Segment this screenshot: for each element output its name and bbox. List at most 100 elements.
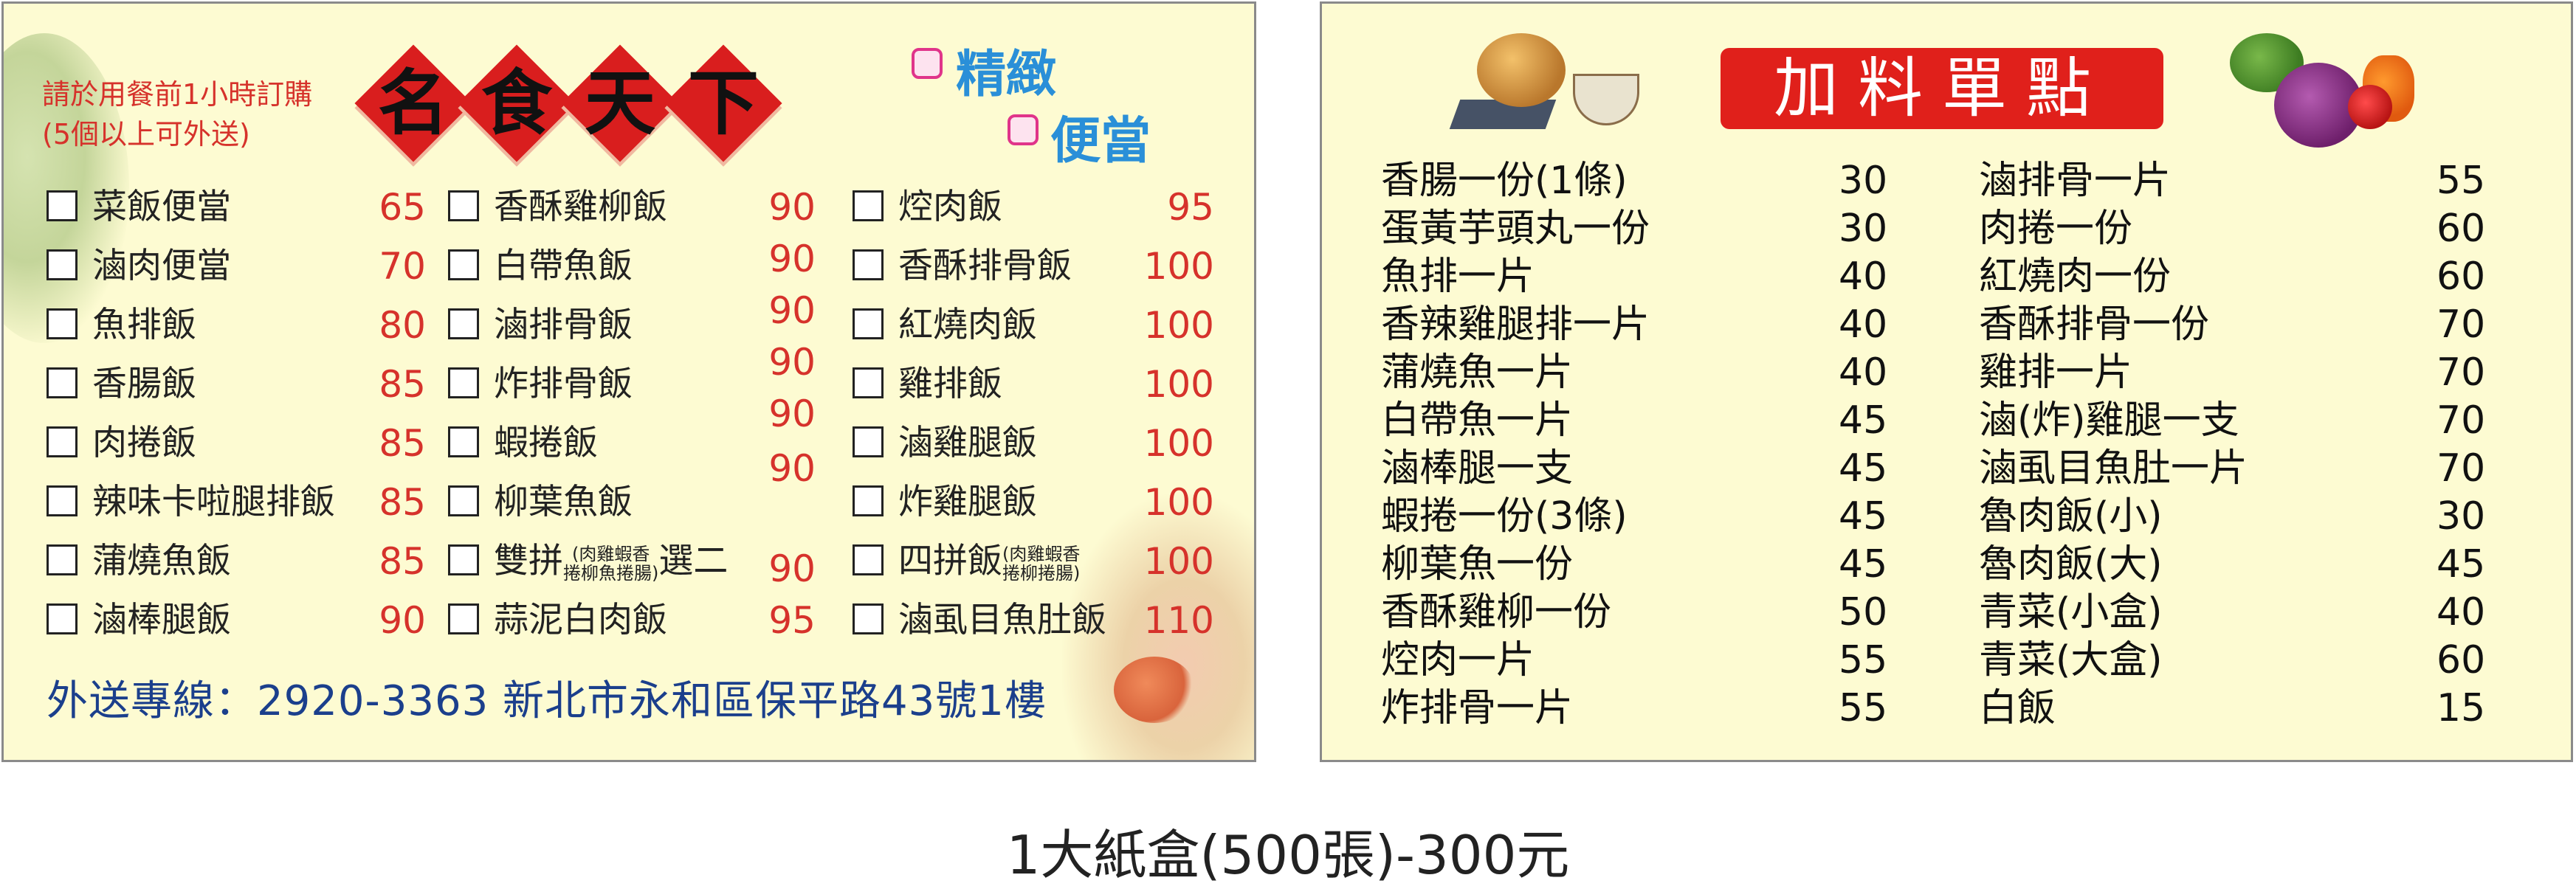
- order-checkbox[interactable]: [448, 544, 479, 575]
- addon-item-price: 55: [2436, 159, 2486, 203]
- order-checkbox[interactable]: [853, 249, 884, 280]
- menu-item-name: 白帶魚飯: [494, 246, 633, 286]
- addon-item-price: 30: [1839, 207, 1888, 251]
- menu-item-price: 85: [379, 422, 426, 465]
- menu-item-price: 100: [1143, 481, 1214, 524]
- addon-item-price: 70: [2436, 350, 2486, 395]
- order-checkbox[interactable]: [47, 426, 78, 457]
- thumbs-up-icon: [1008, 114, 1039, 145]
- menu-item-price: 110: [1143, 599, 1214, 642]
- addon-item-price: 55: [1839, 686, 1888, 730]
- order-checkbox[interactable]: [853, 603, 884, 634]
- addon-item: 蝦捲一份(3條) 45: [1381, 494, 1905, 539]
- addon-item-name: 香辣雞腿排一片: [1381, 302, 1650, 347]
- order-checkbox[interactable]: [47, 367, 78, 398]
- addon-item-price: 40: [1839, 255, 1888, 299]
- order-checkbox[interactable]: [47, 485, 78, 516]
- addon-item-name: 香酥雞柳一份: [1381, 590, 1612, 634]
- order-checkbox[interactable]: [47, 544, 78, 575]
- order-checkbox[interactable]: [448, 603, 479, 634]
- menu-item-name: 雞排飯: [898, 364, 1002, 404]
- addon-item-price: 45: [1839, 494, 1888, 539]
- menu-item-name: 紅燒肉飯: [898, 305, 1037, 345]
- addon-item-name: 滷(炸)雞腿一支: [1979, 398, 2239, 443]
- order-checkbox[interactable]: [448, 485, 479, 516]
- addon-item: 滷排骨一片 55: [1979, 159, 2503, 203]
- menu-item-price: 90: [768, 238, 816, 280]
- slogan-line: 精緻: [956, 46, 1057, 104]
- menu-item-price: 65: [379, 186, 426, 229]
- order-checkbox[interactable]: [47, 249, 78, 280]
- menu-item-name: 柳葉魚飯: [494, 482, 633, 522]
- addon-item: 魯肉飯(小) 30: [1979, 494, 2503, 539]
- menu-item-name: 辣味卡啦腿排飯: [92, 482, 335, 522]
- addon-item-price: 60: [2436, 638, 2486, 682]
- addon-item-name: 白飯: [1979, 686, 2056, 730]
- addon-item-price: 70: [2436, 446, 2486, 491]
- order-checkbox[interactable]: [853, 308, 884, 339]
- order-checkbox[interactable]: [47, 603, 78, 634]
- addon-item-name: 白帶魚一片: [1381, 398, 1574, 443]
- addon-item-price: 30: [2436, 494, 2486, 539]
- brand-diamond: 名: [354, 44, 472, 162]
- menu-item-price: 90: [768, 289, 816, 332]
- order-checkbox[interactable]: [448, 308, 479, 339]
- order-checkbox[interactable]: [47, 190, 78, 221]
- menu-item-name: 滷排骨飯: [494, 305, 633, 345]
- menu-item-name: 滷肉便當: [92, 246, 231, 286]
- menu-item-price: 100: [1143, 245, 1214, 288]
- addon-item-price: 40: [1839, 350, 1888, 395]
- order-checkbox[interactable]: [853, 485, 884, 516]
- addon-item: 滷(炸)雞腿一支 70: [1979, 398, 2503, 443]
- addon-item-name: 魚排一片: [1381, 255, 1535, 299]
- brand-char: 食: [481, 61, 552, 145]
- addon-item: 滷虱目魚肚一片 70: [1979, 446, 2503, 491]
- brand-diamond: 下: [664, 44, 782, 162]
- menu-item-price: 70: [379, 245, 426, 288]
- addon-item: 炸排骨一片 55: [1381, 686, 1905, 730]
- menu-item-name: 魚排飯: [92, 305, 196, 345]
- order-note-line: (5個以上可外送): [42, 118, 250, 151]
- addon-item-name: 魯肉飯(小): [1979, 494, 2163, 539]
- menu-item-price: 90: [768, 447, 816, 490]
- order-checkbox[interactable]: [47, 308, 78, 339]
- vegetables-illustration: [2230, 33, 2414, 151]
- order-checkbox[interactable]: [853, 190, 884, 221]
- addon-item: 滷棒腿一支 45: [1381, 446, 1905, 491]
- addon-item-price: 55: [1839, 638, 1888, 682]
- tomato-illustration: [1114, 657, 1195, 723]
- menu-item-name: 雙拼: [494, 541, 563, 581]
- order-checkbox[interactable]: [448, 190, 479, 221]
- addon-item: 柳葉魚一份 45: [1381, 542, 1905, 587]
- brand-diamond: 天: [561, 44, 679, 162]
- menu-item-name: 蒲燒魚飯: [92, 541, 231, 581]
- addon-item: 香酥排骨一份 70: [1979, 302, 2503, 347]
- order-checkbox[interactable]: [448, 367, 479, 398]
- addon-item-price: 45: [1839, 542, 1888, 587]
- menu-item-price: 100: [1143, 422, 1214, 465]
- addon-item-name: 滷棒腿一支: [1381, 446, 1574, 491]
- order-checkbox[interactable]: [853, 367, 884, 398]
- menu-item-name: 蒜泥白肉飯: [494, 600, 667, 640]
- menu-item-price: 100: [1143, 304, 1214, 347]
- order-checkbox[interactable]: [853, 426, 884, 457]
- order-checkbox[interactable]: [448, 249, 479, 280]
- addon-item: 魯肉飯(大) 45: [1979, 542, 2503, 587]
- brand-char: 名: [378, 61, 449, 145]
- addon-item-price: 50: [1839, 590, 1888, 634]
- addon-item-name: 滷虱目魚肚一片: [1979, 446, 2248, 491]
- order-checkbox[interactable]: [853, 544, 884, 575]
- menu-item-name: 香腸飯: [92, 364, 196, 404]
- order-checkbox[interactable]: [448, 426, 479, 457]
- order-note: 請於用餐前1小時訂購 (5個以上可外送): [42, 75, 312, 154]
- menu-item-name: 蝦捲飯: [494, 423, 598, 463]
- menu-item-price: 85: [379, 481, 426, 524]
- addon-item-price: 45: [1839, 398, 1888, 443]
- addon-item-name: 焢肉一片: [1381, 638, 1535, 682]
- addon-item-price: 60: [2436, 207, 2486, 251]
- addon-item-name: 香腸一份(1條): [1381, 159, 1628, 203]
- addon-item-name: 柳葉魚一份: [1381, 542, 1574, 587]
- menu-item-price: 100: [1143, 363, 1214, 406]
- brand-char: 天: [585, 61, 655, 145]
- combo-suffix: 選二: [658, 541, 729, 581]
